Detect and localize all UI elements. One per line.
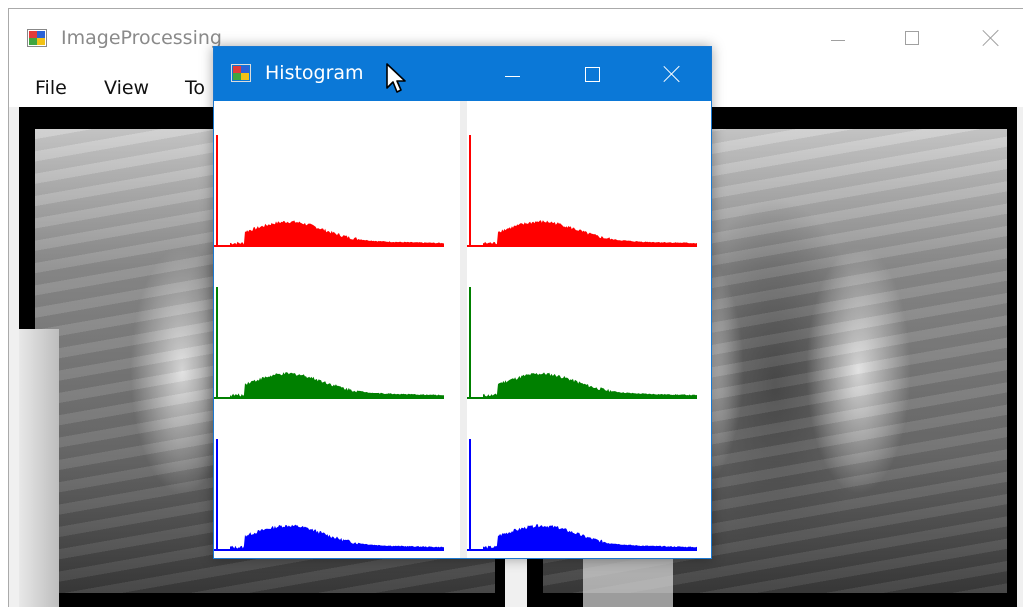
histogram-baseline <box>467 245 697 247</box>
app-icon <box>231 64 251 82</box>
histogram-spike <box>469 439 471 549</box>
histogram-area <box>483 220 697 245</box>
histogram-spike <box>216 439 218 549</box>
minimize-icon <box>504 75 520 77</box>
panel-separator <box>460 101 467 558</box>
mouse-pointer-icon <box>386 63 406 93</box>
processed-red-histogram <box>467 135 697 247</box>
app-icon <box>27 29 47 47</box>
menu-tools[interactable]: To <box>185 77 205 99</box>
menu-view[interactable]: View <box>104 77 149 99</box>
histogram-panels <box>214 101 711 558</box>
close-button[interactable] <box>959 9 1023 67</box>
processed-blue-histogram <box>467 439 697 551</box>
histogram-area <box>230 524 444 549</box>
original-green-histogram <box>214 287 444 399</box>
minimize-button[interactable] <box>806 9 870 67</box>
window-title: ImageProcessing <box>61 27 222 49</box>
maximize-icon <box>905 31 919 45</box>
histogram-spike <box>216 287 218 397</box>
histogram-baseline <box>214 549 444 551</box>
histogram-spike <box>216 135 218 245</box>
processed-green-histogram <box>467 287 697 399</box>
histogram-baseline <box>214 397 444 399</box>
minimize-icon <box>831 39 845 41</box>
close-icon <box>982 29 1000 47</box>
close-icon <box>663 65 681 83</box>
maximize-icon <box>584 66 600 82</box>
histogram-area <box>230 372 444 397</box>
original-red-histogram <box>214 135 444 247</box>
original-blue-histogram <box>214 439 444 551</box>
histogram-title: Histogram <box>265 62 364 84</box>
histogram-baseline <box>214 245 444 247</box>
histogram-window: Histogram <box>213 46 712 559</box>
histogram-spike <box>469 135 471 245</box>
histogram-spike <box>469 287 471 397</box>
histogram-area <box>483 524 697 549</box>
histogram-baseline <box>467 549 697 551</box>
histogram-maximize-button[interactable] <box>552 47 632 101</box>
histogram-close-button[interactable] <box>632 47 712 101</box>
histogram-baseline <box>467 397 697 399</box>
histogram-minimize-button[interactable] <box>472 47 552 101</box>
menu-file[interactable]: File <box>35 77 67 99</box>
maximize-button[interactable] <box>880 9 944 67</box>
histogram-area <box>483 372 697 397</box>
histogram-area <box>230 220 444 245</box>
histogram-titlebar[interactable]: Histogram <box>214 47 711 101</box>
